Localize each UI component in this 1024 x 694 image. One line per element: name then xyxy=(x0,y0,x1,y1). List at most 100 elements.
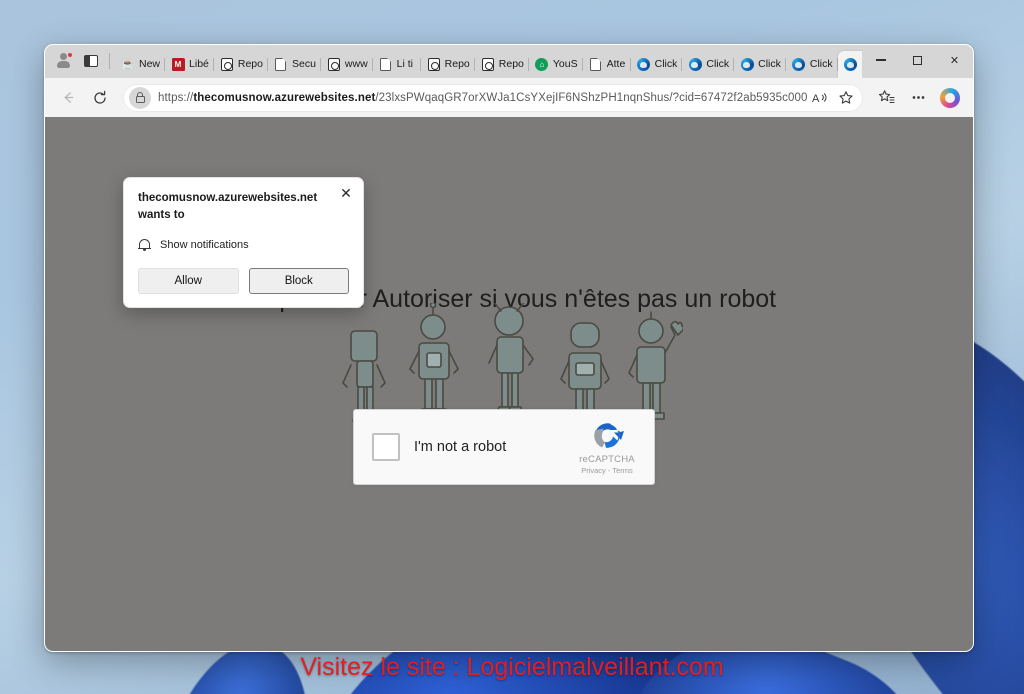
recaptcha-branding: reCAPTCHA Privacy - Terms xyxy=(572,419,642,475)
watermark-text: Visitez le site : Logicielmalveillant.co… xyxy=(300,653,724,681)
block-button[interactable]: Block xyxy=(248,267,349,294)
doc-favicon-icon xyxy=(589,58,603,72)
browser-tab[interactable]: Atte xyxy=(583,51,631,78)
browser-tab[interactable]: Secu xyxy=(268,51,321,78)
dialog-title: thecomusnow.azurewebsites.net wants to xyxy=(138,192,318,222)
tab-label: Click xyxy=(706,58,730,70)
split-pane-icon xyxy=(84,54,98,67)
address-bar-actions: A xyxy=(808,86,858,110)
browser-tab[interactable]: Click xyxy=(631,51,683,78)
permission-label: Show notifications xyxy=(160,238,249,251)
ellipsis-icon xyxy=(912,96,924,99)
coffee-favicon-icon: ☕ xyxy=(121,59,135,71)
allow-button[interactable]: Allow xyxy=(138,267,239,294)
tab-label: Repo xyxy=(237,58,263,70)
refresh-button[interactable] xyxy=(85,83,115,113)
recaptcha-widget[interactable]: I'm not a robot reCAPTCHA Privacy - Term… xyxy=(353,409,655,485)
divider xyxy=(109,52,110,69)
recaptcha-label: I'm not a robot xyxy=(414,439,507,455)
green-favicon-icon: ⌂ xyxy=(535,58,549,72)
copilot-button[interactable] xyxy=(935,83,965,113)
tabstrip-left-controls xyxy=(50,45,115,78)
browser-tab[interactable]: www xyxy=(321,51,373,78)
edge-favicon-icon xyxy=(688,58,702,72)
edge-favicon-icon xyxy=(844,58,858,72)
tab-label: Click xyxy=(809,58,833,70)
close-window-button[interactable]: ✕ xyxy=(936,45,973,75)
tab-actions-button[interactable] xyxy=(78,48,104,74)
maximize-button[interactable] xyxy=(899,45,936,75)
notification-dot-icon xyxy=(67,51,73,58)
star-icon xyxy=(839,90,853,104)
tabs-row: ☕ New M Libé Repo Secu www Li ti Repo Re… xyxy=(115,45,862,78)
tab-label: Click xyxy=(654,58,678,70)
address-bar[interactable]: https://thecomusnow.azurewebsites.net/23… xyxy=(123,83,863,112)
site-information-button[interactable] xyxy=(129,86,151,109)
browser-tab[interactable]: Repo xyxy=(214,51,269,78)
recaptcha-logo xyxy=(572,419,642,453)
copilot-icon xyxy=(940,87,960,108)
collections-icon xyxy=(878,90,895,104)
tab-label: New xyxy=(139,58,161,70)
url-path: /23lxsPWqaqGR7orXWJa1CsYXejIF6NShzPH1nqn… xyxy=(375,91,808,104)
browser-tab[interactable]: Click xyxy=(682,51,734,78)
browser-tab[interactable]: Click xyxy=(734,51,786,78)
minimize-button[interactable] xyxy=(862,45,899,75)
pdf-favicon-icon xyxy=(327,58,341,72)
url-host: thecomusnow.azurewebsites.net xyxy=(193,91,376,104)
browser-tab[interactable]: Click xyxy=(786,51,838,78)
collections-button[interactable] xyxy=(871,83,901,113)
notification-permission-dialog: ✕ thecomusnow.azurewebsites.net wants to… xyxy=(123,177,364,308)
lock-icon xyxy=(135,92,145,103)
red-favicon-icon: M xyxy=(171,58,185,72)
edge-favicon-icon xyxy=(792,58,806,72)
address-bar-url: https://thecomusnow.azurewebsites.net/23… xyxy=(151,92,808,104)
pdf-favicon-icon xyxy=(220,58,234,72)
pdf-favicon-icon xyxy=(427,58,441,72)
read-aloud-icon: A xyxy=(812,93,827,105)
tab-label: Li ti xyxy=(396,58,414,70)
dialog-actions: Allow Block xyxy=(138,267,349,294)
pdf-favicon-icon xyxy=(481,58,495,72)
tab-label: Libé xyxy=(189,58,209,70)
browser-tab[interactable]: ☕ New xyxy=(115,51,166,78)
browser-tab[interactable]: Repo xyxy=(421,51,475,78)
browser-tab[interactable]: Li ti xyxy=(373,51,421,78)
url-scheme: https:// xyxy=(158,91,194,104)
window-controls: ✕ xyxy=(862,45,973,78)
tab-label: Repo xyxy=(444,58,470,70)
permission-row: Show notifications xyxy=(138,238,349,252)
add-favorite-button[interactable] xyxy=(834,86,858,110)
back-arrow-icon xyxy=(64,92,73,103)
recaptcha-logo-icon xyxy=(594,423,624,448)
browser-tab[interactable]: M Libé xyxy=(165,51,214,78)
edge-favicon-icon xyxy=(637,58,651,72)
bell-icon xyxy=(138,238,151,252)
browser-settings-button[interactable] xyxy=(903,83,933,113)
page-viewport: Cliquez sur Autoriser si vous n'êtes pas… xyxy=(45,117,973,651)
svg-text:A: A xyxy=(812,93,820,105)
tab-label: Atte xyxy=(606,58,626,70)
edge-favicon-icon xyxy=(740,58,754,72)
recaptcha-checkbox[interactable] xyxy=(372,433,400,461)
tab-label: Secu xyxy=(291,58,316,70)
recaptcha-legal-links[interactable]: Privacy - Terms xyxy=(572,466,642,475)
refresh-icon xyxy=(94,90,106,104)
browser-tab-active[interactable]: ✕ xyxy=(837,51,862,78)
back-button[interactable] xyxy=(53,83,83,113)
profile-button[interactable] xyxy=(50,48,76,74)
tab-label: Repo xyxy=(498,58,524,70)
doc-favicon-icon xyxy=(379,58,393,72)
tab-label: Click xyxy=(758,58,781,70)
browser-tab[interactable]: Repo xyxy=(475,51,530,78)
browser-toolbar: https://thecomusnow.azurewebsites.net/23… xyxy=(45,78,973,117)
doc-favicon-icon xyxy=(274,58,288,72)
tab-label: YouS xyxy=(552,58,578,70)
recaptcha-brand-name: reCAPTCHA xyxy=(579,454,635,465)
read-aloud-button[interactable]: A xyxy=(808,86,832,110)
tab-label: www xyxy=(344,58,368,70)
dialog-close-icon[interactable]: ✕ xyxy=(338,186,354,202)
desktop-wallpaper: ☕ New M Libé Repo Secu www Li ti Repo Re… xyxy=(0,0,1024,694)
tab-strip: ☕ New M Libé Repo Secu www Li ti Repo Re… xyxy=(45,45,973,78)
browser-tab[interactable]: ⌂ YouS xyxy=(529,51,583,78)
